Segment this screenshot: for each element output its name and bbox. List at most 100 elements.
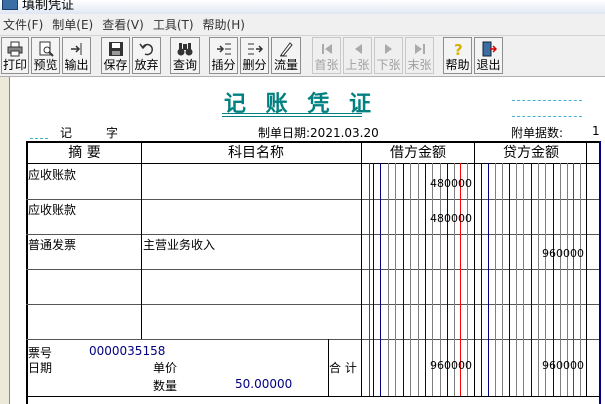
row-summary[interactable]: 应收账款 — [28, 201, 76, 218]
quantity-label: 数量 — [153, 379, 178, 393]
menu-tools[interactable]: 工具(T) — [150, 16, 200, 33]
grid-hline — [26, 339, 600, 340]
cash-flow-button[interactable]: 流量 — [271, 37, 301, 74]
svg-text:?: ? — [454, 41, 463, 57]
first-button[interactable]: 首张 — [312, 37, 341, 74]
grid-vline — [369, 163, 370, 396]
header-debit: 借方金额 — [390, 145, 446, 161]
voucher-type-suffix: 字 — [106, 126, 119, 140]
row-account[interactable]: 主营业务收入 — [143, 236, 215, 253]
title-underline — [222, 113, 362, 114]
voucher-date[interactable]: 制单日期:2021.03.20 — [258, 124, 379, 141]
preview-icon — [39, 41, 54, 57]
grid-vline — [599, 141, 601, 404]
dashed-field — [30, 138, 48, 139]
grid-vline — [474, 141, 475, 396]
quantity-value: 50.00000 — [235, 377, 293, 391]
insert-split-button[interactable]: 插分 — [209, 37, 238, 74]
next-label: 下张 — [376, 58, 401, 72]
grid-vline — [481, 163, 482, 396]
print-label: 打印 — [2, 58, 27, 72]
last-button[interactable]: 末张 — [405, 37, 434, 74]
first-icon — [321, 44, 332, 54]
prev-button[interactable]: 上张 — [343, 37, 372, 74]
export-icon — [70, 43, 81, 55]
grid-vline — [141, 141, 142, 339]
grid-hline — [26, 234, 600, 235]
voucher-type[interactable]: 记字 — [60, 124, 118, 141]
query-button[interactable]: 查询 — [170, 37, 200, 74]
row-summary[interactable]: 普通发票 — [28, 236, 76, 253]
help-label: 帮助 — [445, 58, 470, 72]
date-label: 日期 — [28, 361, 53, 375]
print-button[interactable]: 打印 — [1, 37, 29, 74]
cash-flow-label: 流量 — [273, 58, 298, 72]
dashed-field[interactable] — [512, 116, 582, 117]
insert-split-label: 插分 — [211, 58, 236, 72]
exit-icon — [482, 41, 497, 57]
window-title: 填制凭证 — [22, 0, 75, 13]
price-label: 单价 — [153, 361, 178, 375]
toolbar: 打印 预览 输出 保存 放弃 查询 插分 删分 流量 首张 上张 下张 末张 ?… — [0, 36, 605, 77]
next-button[interactable]: 下张 — [374, 37, 403, 74]
ticket-number: 0000035158 — [89, 344, 166, 358]
row-summary[interactable]: 应收账款 — [28, 166, 76, 183]
preview-button[interactable]: 预览 — [31, 37, 60, 74]
grid-vline — [373, 163, 374, 396]
title-bar: 填制凭证 — [0, 0, 605, 14]
total-credit: 960000 — [542, 359, 584, 372]
delete-split-label: 删分 — [242, 58, 267, 72]
binoculars-icon — [177, 43, 193, 56]
row-debit[interactable]: 480000 — [380, 212, 472, 225]
save-button[interactable]: 保存 — [101, 37, 130, 74]
menu-view[interactable]: 查看(V) — [99, 16, 150, 33]
grid-hline — [26, 163, 600, 164]
help-button[interactable]: ? 帮助 — [443, 37, 472, 74]
help-icon: ? — [454, 41, 463, 57]
grid-hline — [26, 199, 600, 200]
total-label: 合 计 — [329, 361, 357, 375]
exit-label: 退出 — [476, 58, 501, 72]
total-debit: 960000 — [430, 359, 472, 372]
discard-label: 放弃 — [134, 58, 159, 72]
header-account: 科目名称 — [228, 145, 284, 161]
grid-hline — [26, 269, 600, 270]
grid-vline — [488, 163, 489, 396]
save-icon — [108, 42, 123, 56]
grid-vline — [361, 141, 362, 396]
undo-icon — [138, 43, 153, 56]
discard-button[interactable]: 放弃 — [132, 37, 161, 74]
preview-label: 预览 — [33, 58, 58, 72]
export-button[interactable]: 输出 — [62, 37, 91, 74]
save-label: 保存 — [103, 58, 128, 72]
row-credit[interactable]: 960000 — [492, 247, 584, 260]
header-summary: 摘 要 — [68, 145, 101, 161]
menu-help[interactable]: 帮助(H) — [200, 16, 251, 33]
app-icon — [2, 0, 18, 10]
next-icon — [384, 44, 392, 54]
prev-label: 上张 — [345, 58, 370, 72]
grid-vline — [586, 141, 587, 396]
attachments-label: 附单据数: — [511, 126, 564, 140]
flow-icon — [280, 42, 293, 57]
grid-hline — [26, 304, 600, 305]
query-label: 查询 — [172, 58, 197, 72]
header-credit: 贷方金额 — [503, 145, 559, 161]
row-debit[interactable]: 480000 — [380, 177, 472, 190]
first-label: 首张 — [314, 58, 339, 72]
exit-button[interactable]: 退出 — [474, 37, 503, 74]
insert-row-icon — [216, 43, 231, 55]
dashed-field[interactable] — [512, 100, 582, 101]
title-underline — [222, 116, 362, 117]
last-icon — [414, 44, 425, 54]
export-label: 输出 — [64, 58, 89, 72]
grid-hline — [26, 396, 600, 397]
menu-file[interactable]: 文件(F) — [0, 16, 49, 33]
prev-icon — [354, 44, 362, 54]
attachments-count[interactable]: 1 — [592, 124, 600, 138]
delete-row-icon — [247, 43, 263, 55]
last-label: 末张 — [407, 58, 432, 72]
delete-split-button[interactable]: 删分 — [240, 37, 269, 74]
menu-edit[interactable]: 制单(E) — [49, 16, 99, 33]
voucher-type-value: 记 — [60, 126, 73, 140]
